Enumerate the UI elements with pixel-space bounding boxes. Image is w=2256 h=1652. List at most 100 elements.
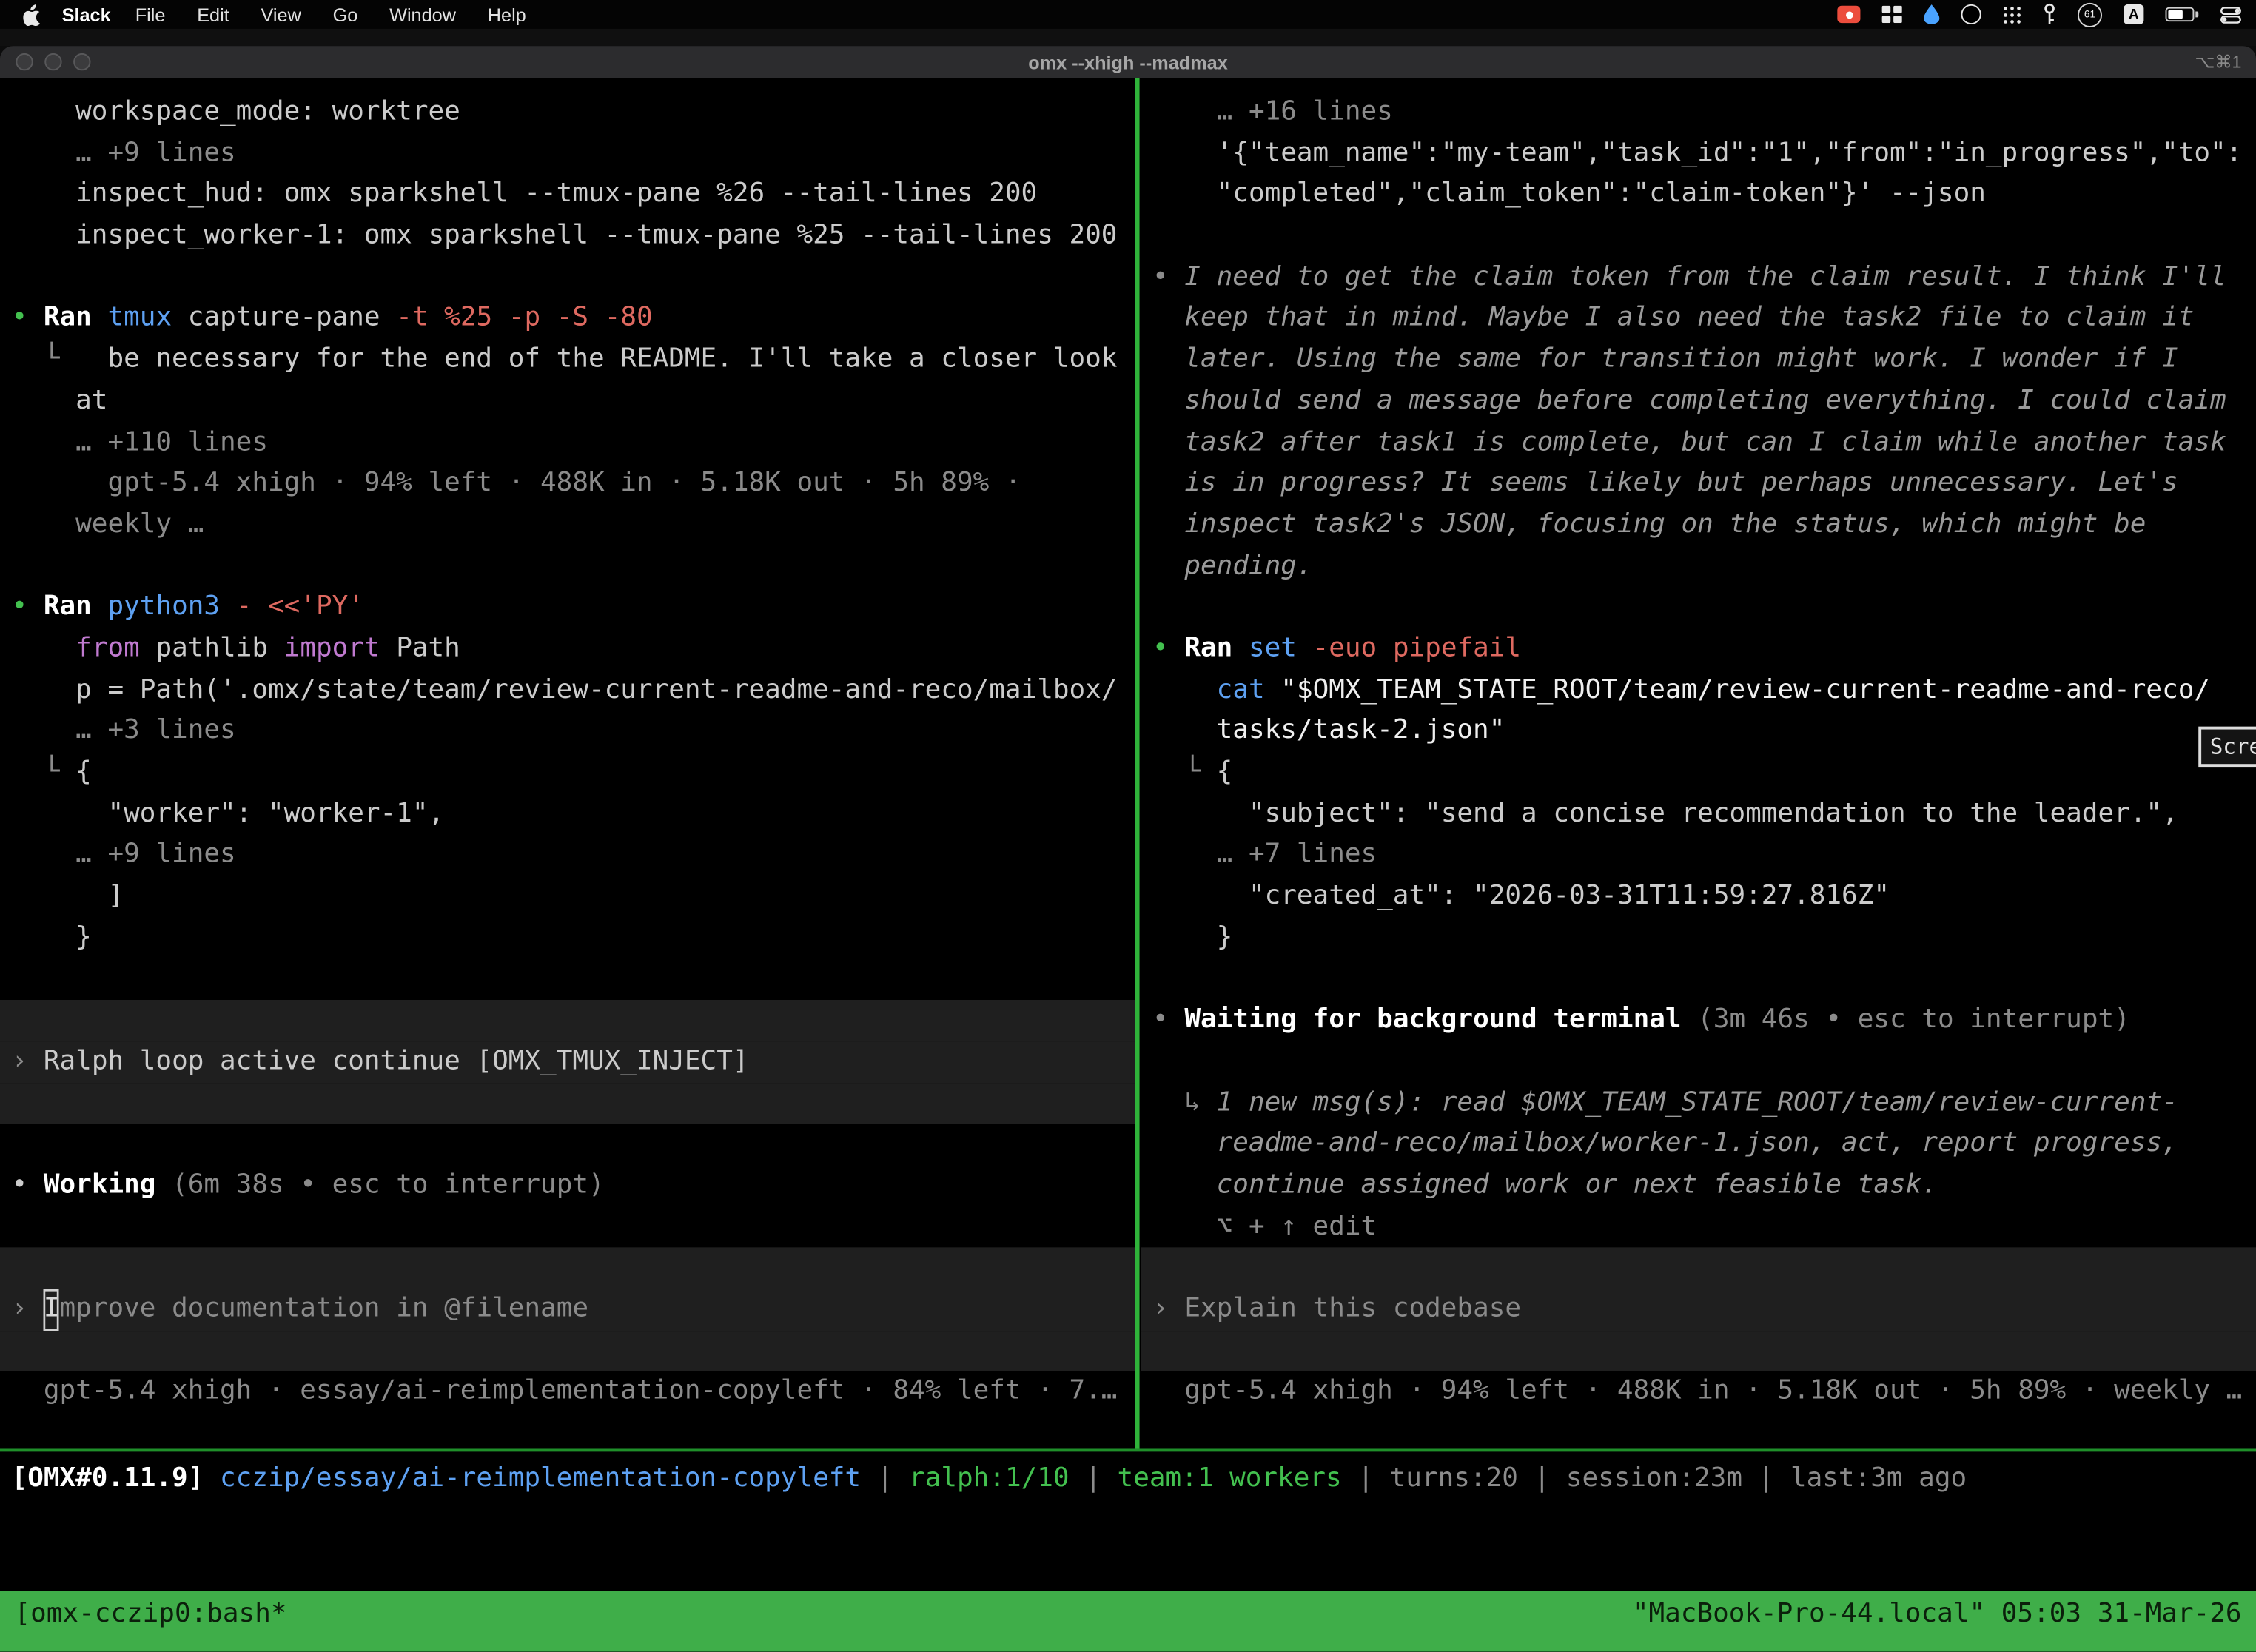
text-segment: (6m 38s • esc to interrupt) [172, 1169, 605, 1200]
text-segment: └ [12, 344, 108, 375]
terminal-line: … +7 lines [1141, 835, 2256, 876]
terminal-line: gpt-5.4 xhigh · 94% left · 488K in · 5.1… [0, 463, 1135, 505]
text-segment: last:3m ago [1790, 1463, 1967, 1494]
screen: Slack File Edit View Go Window Help [0, 0, 2256, 1652]
terminal-line [1141, 1041, 2256, 1083]
text-segment: | [1742, 1463, 1790, 1494]
screen-recording-icon[interactable] [1837, 6, 1860, 23]
window-title: omx --xhigh --madmax [0, 51, 2256, 73]
text-segment: Working [44, 1169, 172, 1200]
text-segment: p = Path('.omx/state/team/review-current… [12, 674, 1118, 705]
text-segment: gpt-5.4 xhigh · essay/ai-reimplementatio… [12, 1376, 1118, 1406]
tmux-pane-divider[interactable] [1135, 78, 1140, 1449]
terminal-window: workspace_mode: worktree … +9 lines insp… [0, 78, 2256, 1591]
terminal-line: continue assigned work or next feasible … [1141, 1165, 2256, 1206]
tmux-pane-right[interactable]: … +16 lines '{"team_name":"my-team","tas… [1141, 92, 2256, 1412]
text-segment: gpt-5.4 xhigh · 94% left · 488K in · 5.1… [1152, 1376, 2242, 1406]
menu-view[interactable]: View [261, 4, 301, 25]
ghostty-icon[interactable] [1961, 4, 1981, 24]
text-segment: - <<'PY' [236, 591, 364, 622]
thinking-text: • I need to get the claim token from the… [1141, 257, 2256, 298]
keyboard-input-icon[interactable]: A [2124, 4, 2143, 24]
terminal-line: └ be necessary for the end of the README… [0, 340, 1135, 381]
text-segment: import [284, 633, 380, 663]
text-segment: Ran [1184, 633, 1249, 663]
menu-window[interactable]: Window [389, 4, 456, 25]
text-segment: ralph:1/10 [909, 1463, 1070, 1494]
menu-bar: Slack File Edit View Go Window Help [0, 0, 2256, 29]
text-segment: ] [12, 881, 124, 911]
terminal-line: "completed","claim_token":"claim-token"}… [1141, 175, 2256, 216]
model-status-line: gpt-5.4 xhigh · essay/ai-reimplementatio… [0, 1371, 1135, 1413]
text-segment: workspace_mode: worktree [12, 96, 460, 127]
terminal-line: … +9 lines [0, 835, 1135, 876]
keyboard-layout-value: A [2129, 7, 2139, 22]
text-segment: Ran [44, 303, 108, 333]
terminal-line: from pathlib import Path [0, 628, 1135, 670]
text-segment [1152, 674, 1217, 705]
menu-help[interactable]: Help [488, 4, 526, 25]
text-segment: | [1342, 1463, 1390, 1494]
text-segment: be necessary for the end of the README. … [107, 344, 1117, 375]
menu-edit[interactable]: Edit [197, 4, 229, 25]
omx-status-line: [OMX#0.11.9] cczip/essay/ai-reimplementa… [0, 1459, 2256, 1500]
text-segment: should send a message before completing … [1152, 386, 2226, 416]
terminal-line: is in progress? It seems likely but perh… [1141, 463, 2256, 505]
window-tiling-icon[interactable] [1882, 6, 1902, 23]
text-segment: turns:20 [1390, 1463, 1518, 1494]
terminal-line: task2 after task1 is complete, but can I… [1141, 423, 2256, 464]
text-segment: set [1249, 633, 1313, 663]
text-segment: tmux [107, 303, 187, 333]
text-segment: › [1152, 1293, 1184, 1323]
working-status: • Working (6m 38s • esc to interrupt) [0, 1165, 1135, 1206]
control-center-icon[interactable] [2220, 4, 2241, 25]
text-segment: inspect task2's JSON, focusing on the st… [1152, 509, 2146, 540]
terminal-line: └ { [1141, 753, 2256, 794]
text-segment: … +9 lines [12, 138, 236, 168]
terminal-line: } [0, 918, 1135, 959]
terminal-line: … +16 lines [1141, 92, 2256, 133]
tmux-pane-left[interactable]: workspace_mode: worktree … +9 lines insp… [0, 92, 1135, 1412]
text-segment: gpt-5.4 xhigh · 94% left · 488K in · 5.1… [12, 468, 1021, 498]
battery-percentage-icon[interactable]: 61 [2078, 2, 2102, 27]
text-segment: Ralph loop active continue [OMX_TMUX_INJ… [44, 1046, 749, 1076]
prompt-input[interactable]: › Improve documentation in @filename [0, 1289, 1135, 1331]
menu-file[interactable]: File [135, 4, 166, 25]
terminal-line: should send a message before completing … [1141, 381, 2256, 423]
zoom-button[interactable] [73, 53, 90, 70]
desktop-background-strip [0, 29, 2256, 46]
text-segment: • [1152, 633, 1184, 663]
text-segment: } [12, 922, 92, 953]
menu-go[interactable]: Go [333, 4, 358, 25]
terminal-line: inspect task2's JSON, focusing on the st… [1141, 505, 2256, 546]
apple-menu-icon[interactable] [23, 4, 41, 25]
prompt-suggestion[interactable]: › Explain this codebase [1141, 1289, 2256, 1331]
text-segment: • [1152, 261, 1184, 292]
text-segment: { [75, 756, 92, 787]
waiting-status: • Waiting for background terminal (3m 46… [1141, 1000, 2256, 1041]
text-segment: "worker": "worker-1", [12, 798, 445, 828]
ralph-loop-status: › Ralph loop active continue [OMX_TMUX_I… [0, 1041, 1135, 1083]
key-icon[interactable] [2043, 3, 2055, 26]
active-app-name[interactable]: Slack [62, 4, 111, 25]
text-segment: Path [380, 633, 460, 663]
battery-icon[interactable] [2166, 7, 2199, 21]
terminal-line [0, 1248, 1135, 1289]
app-grid-icon[interactable] [2003, 5, 2021, 24]
terminal-line: … +9 lines [0, 133, 1135, 175]
terminal-line [0, 1000, 1135, 1041]
window-shortcut-hint: ⌥⌘1 [2195, 52, 2241, 72]
text-segment: mprove documentation in @filename [60, 1293, 588, 1323]
command-line: • Ran python3 - <<'PY' [0, 588, 1135, 629]
text-segment: └ [12, 756, 76, 787]
minimize-button[interactable] [44, 53, 61, 70]
raindrop-icon[interactable] [1924, 4, 1939, 24]
text-segment: tasks/task-2.json" [1152, 716, 1505, 746]
terminal-line: workspace_mode: worktree [0, 92, 1135, 133]
close-button[interactable] [16, 53, 33, 70]
text-segment: "$OMX_TEAM_STATE_ROOT/team/review-curren… [1280, 674, 2210, 705]
screen-tooltip: Scre [2198, 727, 2256, 767]
tmux-status-bar: [omx-cczip0:bash* "MacBook-Pro-44.local"… [0, 1591, 2256, 1652]
tmux-horizontal-divider[interactable] [0, 1448, 2256, 1451]
text-segment: 1 new msg(s): read $OMX_TEAM_STATE_ROOT/… [1217, 1087, 2178, 1118]
